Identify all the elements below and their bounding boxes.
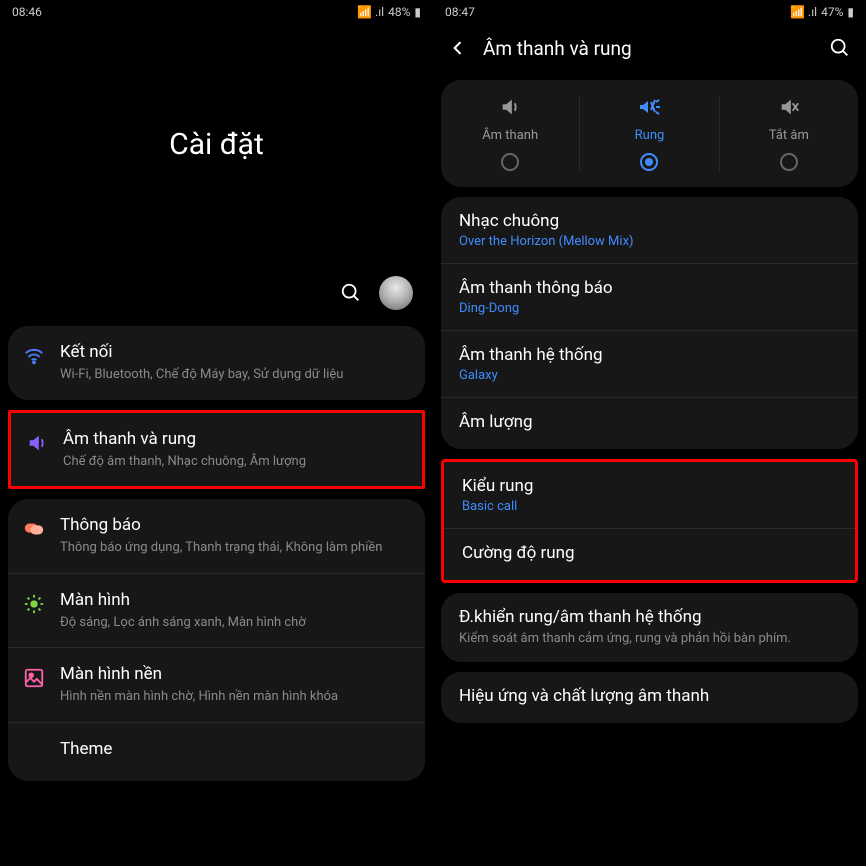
row-ringtone[interactable]: Nhạc chuông Over the Horizon (Mellow Mix… xyxy=(441,197,858,263)
row-sub: Basic call xyxy=(462,499,837,514)
row-system-sound[interactable]: Âm thanh hệ thống Galaxy xyxy=(441,330,858,397)
row-notification-sound[interactable]: Âm thanh thông báo Ding-Dong xyxy=(441,263,858,330)
page-title: Cài đặt xyxy=(169,127,264,162)
mode-sound[interactable]: Âm thanh xyxy=(441,96,579,171)
row-title: Hiệu ứng và chất lượng âm thanh xyxy=(459,686,840,706)
sound-icon xyxy=(25,431,49,455)
chevron-left-icon xyxy=(448,38,468,58)
item-display[interactable]: Màn hình Độ sáng, Lọc ánh sáng xanh, Màn… xyxy=(8,573,425,648)
mode-label: Tắt âm xyxy=(769,128,809,143)
title-area: Cài đặt xyxy=(0,24,433,264)
item-sub: Thông báo ứng dụng, Thanh trạng thái, Kh… xyxy=(60,539,411,557)
avatar[interactable] xyxy=(379,276,413,310)
status-bar: 08:47 📶 .ıl 47% ▮ xyxy=(433,0,866,24)
item-title: Kết nối xyxy=(60,342,411,362)
item-sub: Wi-Fi, Bluetooth, Chế độ Máy bay, Sử dụn… xyxy=(60,366,411,384)
settings-list: Kết nối Wi-Fi, Bluetooth, Chế độ Máy bay… xyxy=(0,326,433,781)
status-right: 📶 .ıl 47% ▮ xyxy=(790,5,854,19)
theme-icon xyxy=(22,741,46,765)
row-sub: Galaxy xyxy=(459,368,840,383)
search-button[interactable] xyxy=(339,281,363,305)
mode-label: Rung xyxy=(635,128,665,143)
item-title: Âm thanh và rung xyxy=(63,429,408,449)
status-bar: 08:46 📶 .ıl 48% ▮ xyxy=(0,0,433,24)
card-sound: Âm thanh và rung Chế độ âm thanh, Nhạc c… xyxy=(8,410,425,490)
card-group-2: Thông báo Thông báo ứng dụng, Thanh trạn… xyxy=(8,499,425,781)
item-connections[interactable]: Kết nối Wi-Fi, Bluetooth, Chế độ Máy bay… xyxy=(8,326,425,400)
row-sub: Ding-Dong xyxy=(459,301,840,316)
back-button[interactable] xyxy=(447,37,469,59)
status-time: 08:46 xyxy=(12,5,42,19)
vibration-section: Kiểu rung Basic call Cường độ rung xyxy=(441,459,858,583)
status-right: 📶 .ıl 48% ▮ xyxy=(357,5,421,19)
row-title: Cường độ rung xyxy=(462,543,837,563)
mode-mute[interactable]: Tắt âm xyxy=(719,96,858,171)
row-system-sound-control[interactable]: Đ.khiển rung/âm thanh hệ thống Kiểm soát… xyxy=(441,593,858,662)
battery-icon: ▮ xyxy=(847,5,854,19)
radio[interactable] xyxy=(640,153,658,171)
item-title: Theme xyxy=(60,739,411,759)
signal-icon: 📶 .ıl xyxy=(357,5,384,19)
settings-screen: 08:46 📶 .ıl 48% ▮ Cài đặt Kết nối Wi-Fi,… xyxy=(0,0,433,866)
header-title: Âm thanh và rung xyxy=(483,37,814,60)
item-title: Thông báo xyxy=(60,515,411,535)
radio[interactable] xyxy=(780,153,798,171)
search-icon xyxy=(340,282,362,304)
search-button[interactable] xyxy=(828,36,852,60)
item-sub: Hình nền màn hình chờ, Hình nền màn hình… xyxy=(60,688,411,706)
wallpaper-icon xyxy=(22,666,46,690)
battery-text: 47% xyxy=(821,5,843,19)
item-sub: Độ sáng, Lọc ánh sáng xanh, Màn hình chờ xyxy=(60,614,411,632)
row-volume[interactable]: Âm lượng xyxy=(441,397,858,449)
system-sound-control-section: Đ.khiển rung/âm thanh hệ thống Kiểm soát… xyxy=(441,593,858,662)
row-sound-quality[interactable]: Hiệu ứng và chất lượng âm thanh xyxy=(441,672,858,723)
brightness-icon xyxy=(22,592,46,616)
item-title: Màn hình xyxy=(60,590,411,610)
item-notifications[interactable]: Thông báo Thông báo ứng dụng, Thanh trạn… xyxy=(8,499,425,573)
header: Âm thanh và rung xyxy=(433,24,866,72)
row-vibration-pattern[interactable]: Kiểu rung Basic call xyxy=(444,462,855,528)
card-connections: Kết nối Wi-Fi, Bluetooth, Chế độ Máy bay… xyxy=(8,326,425,400)
sound-mode-selector: Âm thanh Rung Tắt âm xyxy=(441,80,858,187)
ringtone-section: Nhạc chuông Over the Horizon (Mellow Mix… xyxy=(441,197,858,449)
row-desc: Kiểm soát âm thanh cảm ứng, rung và phản… xyxy=(459,630,840,648)
row-sub: Over the Horizon (Mellow Mix) xyxy=(459,234,840,249)
row-title: Âm lượng xyxy=(459,412,840,432)
row-title: Đ.khiển rung/âm thanh hệ thống xyxy=(459,607,840,627)
notification-icon xyxy=(22,517,46,541)
row-title: Âm thanh thông báo xyxy=(459,278,840,298)
sound-screen: 08:47 📶 .ıl 47% ▮ Âm thanh và rung Âm th… xyxy=(433,0,866,866)
item-wallpaper[interactable]: Màn hình nền Hình nền màn hình chờ, Hình… xyxy=(8,647,425,722)
search-icon xyxy=(829,37,851,59)
mute-icon xyxy=(778,96,800,118)
item-sub: Chế độ âm thanh, Nhạc chuông, Âm lượng xyxy=(63,453,408,471)
row-title: Kiểu rung xyxy=(462,476,837,496)
battery-text: 48% xyxy=(388,5,410,19)
radio[interactable] xyxy=(501,153,519,171)
battery-icon: ▮ xyxy=(414,5,421,19)
sound-on-icon xyxy=(499,96,521,118)
sound-quality-section: Hiệu ứng và chất lượng âm thanh xyxy=(441,672,858,723)
mode-label: Âm thanh xyxy=(482,128,538,143)
item-title: Màn hình nền xyxy=(60,664,411,684)
row-title: Âm thanh hệ thống xyxy=(459,345,840,365)
wifi-icon xyxy=(22,344,46,368)
row-title: Nhạc chuông xyxy=(459,211,840,231)
status-time: 08:47 xyxy=(445,5,475,19)
vibrate-icon xyxy=(636,96,662,118)
mode-vibrate[interactable]: Rung xyxy=(579,96,718,171)
search-row xyxy=(0,264,433,326)
signal-icon: 📶 .ıl xyxy=(790,5,817,19)
row-vibration-intensity[interactable]: Cường độ rung xyxy=(444,528,855,580)
item-sound-vibration[interactable]: Âm thanh và rung Chế độ âm thanh, Nhạc c… xyxy=(11,413,422,487)
item-theme[interactable]: Theme xyxy=(8,722,425,781)
